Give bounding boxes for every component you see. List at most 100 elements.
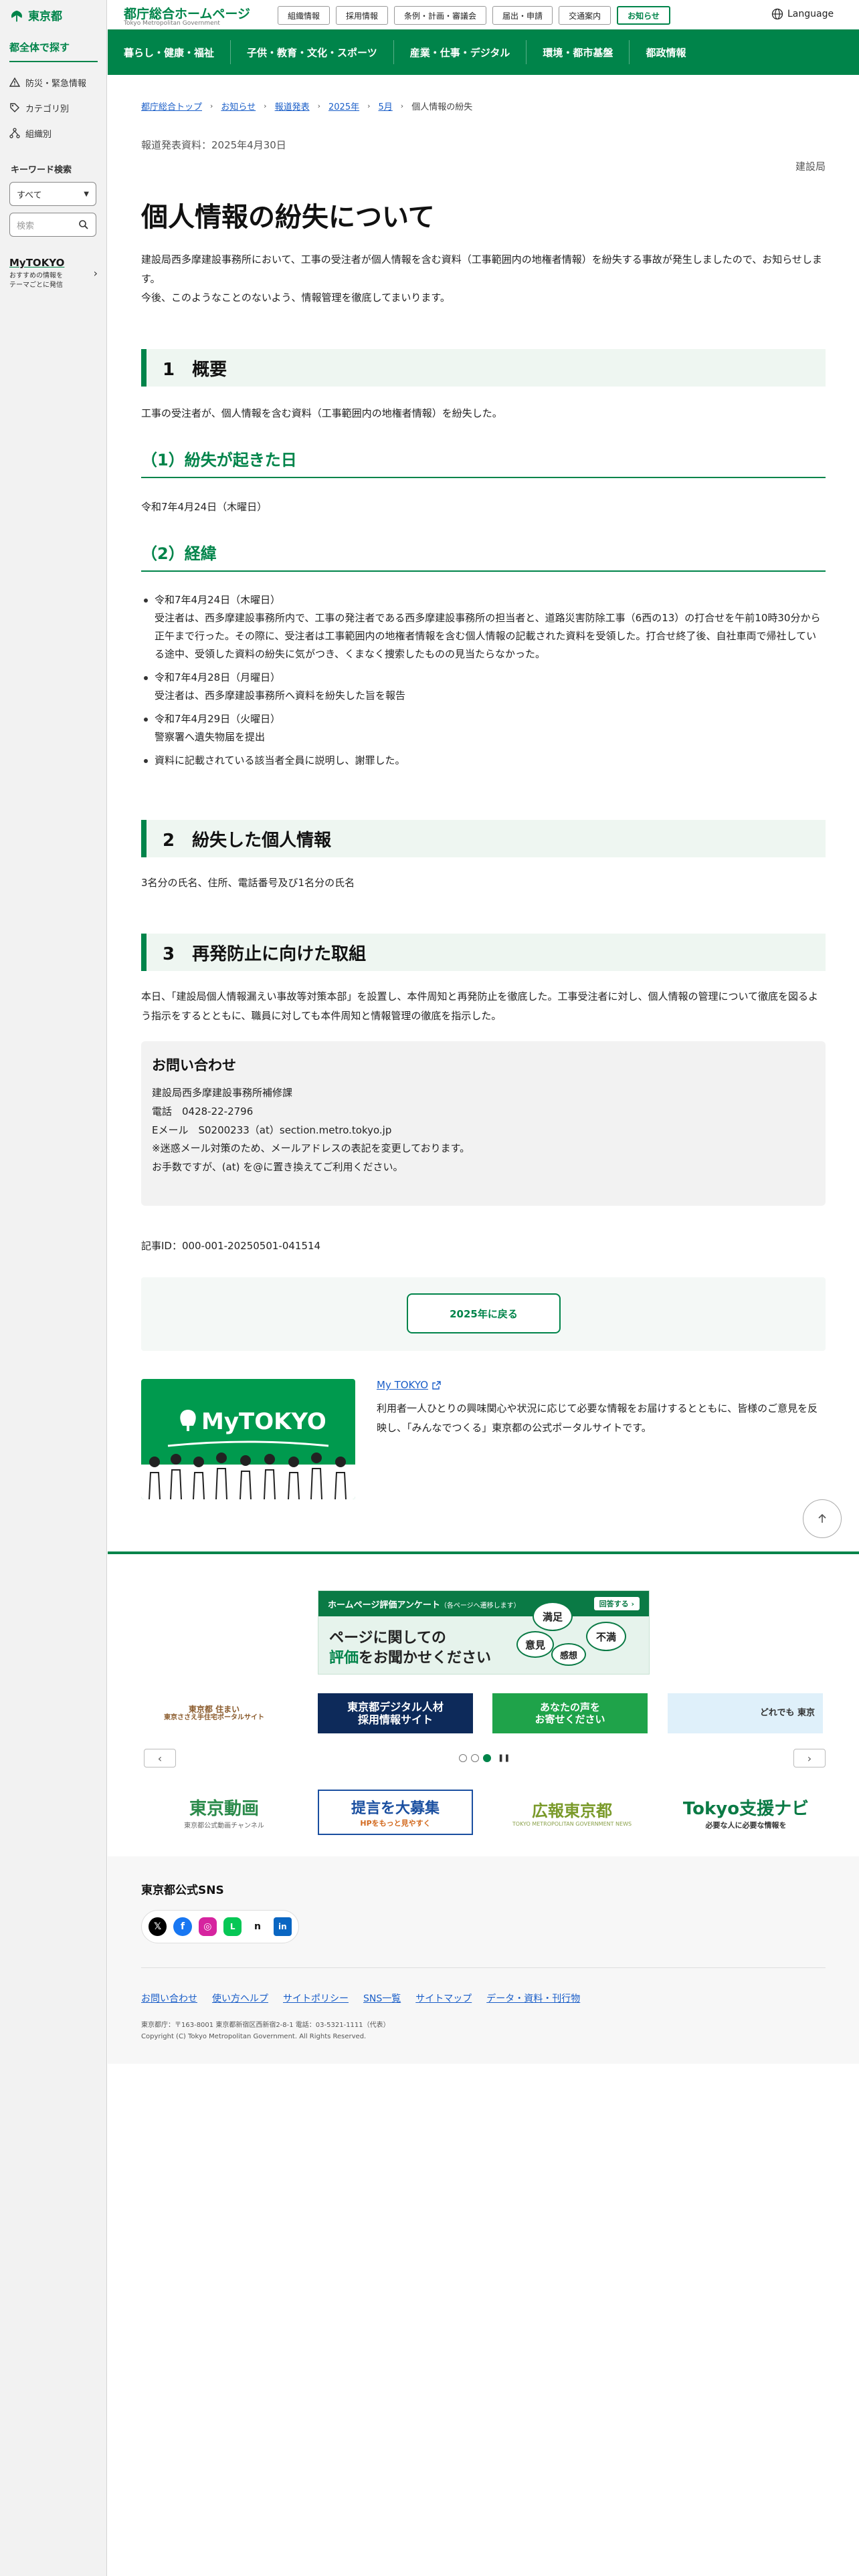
partner-banner-shien-navi[interactable]: Tokyo支援ナビ 必要な人に必要な情報を xyxy=(666,1790,826,1835)
publication-date: 報道発表資料：2025年4月30日 xyxy=(141,139,286,151)
copyright: Copyright (C) Tokyo Metropolitan Governm… xyxy=(141,2033,367,2040)
nav-item-living[interactable]: 暮らし・健康・福祉 xyxy=(108,40,231,64)
header-link-applications[interactable]: 届出・申請 xyxy=(492,6,553,25)
lead-paragraph: 今後、このようなことのないよう、情報管理を徹底してまいります。 xyxy=(141,292,450,304)
sidebar-item-organization[interactable]: 組織別 xyxy=(9,120,98,146)
banner-carousel: 東京都 住まい 東京ささえ手住宅ポータルサイト 東京都デジタル人材 採用情報サイ… xyxy=(137,1693,833,1733)
back-to-top-button[interactable] xyxy=(803,1499,842,1538)
mytokyo-sidebar-link[interactable]: MyTOKYO おすすめの情報を テーマごとに発信 › xyxy=(9,257,98,290)
language-button[interactable]: Language xyxy=(771,8,834,20)
search-placeholder: 検索 xyxy=(17,221,35,231)
timeline-date: 令和7年4月24日（木曜日） xyxy=(155,594,281,606)
partner-banner-video[interactable]: 東京動画 東京都公式動画チャンネル xyxy=(157,1790,291,1835)
site-name[interactable]: 都庁総合ホームページ xyxy=(124,4,250,22)
section-heading-overview: 1 概要 xyxy=(141,349,826,387)
nav-item-industry[interactable]: 産業・仕事・デジタル xyxy=(394,40,527,64)
mytokyo-link[interactable]: My TOKYO xyxy=(377,1379,441,1391)
partner-subtitle: HPをもっと見やすく xyxy=(360,1819,431,1828)
carousel-next-button[interactable]: › xyxy=(793,1749,826,1767)
tag-icon xyxy=(10,103,19,112)
footer-address-block: 東京都庁：〒163-8001 東京都新宿区西新宿2-8-1 電話：03-5321… xyxy=(141,2020,390,2042)
footer-link-sitemap[interactable]: サイトマップ xyxy=(415,1992,472,2005)
header-link-ordinances[interactable]: 条例・計画・審議会 xyxy=(394,6,487,25)
footer-link-policy[interactable]: サイトポリシー xyxy=(283,1992,349,2005)
nav-item-government[interactable]: 都政情報 xyxy=(630,40,702,64)
loss-date-text: 令和7年4月24日（木曜日） xyxy=(141,501,268,513)
survey-main-text: ページに関しての 評価をお聞かせください xyxy=(329,1628,491,1668)
sidebar-item-category[interactable]: カテゴリ別 xyxy=(9,95,98,120)
global-nav: 暮らし・健康・福祉 子供・教育・文化・スポーツ 産業・仕事・デジタル 環境・都市… xyxy=(108,29,859,75)
nav-item-children[interactable]: 子供・教育・文化・スポーツ xyxy=(231,40,394,64)
instagram-icon[interactable]: ◎ xyxy=(198,1917,217,1936)
partner-subtitle: 必要な人に必要な情報を xyxy=(705,1820,787,1830)
note-icon[interactable]: n xyxy=(248,1917,267,1936)
carousel-prev-button[interactable]: ‹ xyxy=(144,1749,176,1767)
carousel-dot[interactable] xyxy=(471,1753,479,1762)
slide-subtitle: 採用情報サイト xyxy=(357,1713,433,1726)
chevron-right-icon: › xyxy=(807,1751,812,1765)
header-link-access[interactable]: 交通案内 xyxy=(559,6,611,25)
contact-heading: お問い合わせ xyxy=(152,1057,236,1073)
survey-banner[interactable]: ホームページ評価アンケート（各ページへ遷移します） 回答する › ページに関して… xyxy=(318,1590,650,1675)
chevron-down-icon: ▼ xyxy=(84,190,89,198)
search-scope-select[interactable]: すべて ▼ xyxy=(9,182,96,206)
footer-link-sns[interactable]: SNS一覧 xyxy=(363,1992,401,2005)
footer-link-help[interactable]: 使い方ヘルプ xyxy=(212,1992,268,2005)
chevron-left-icon: ‹ xyxy=(157,1751,163,1765)
sidebar-item-label: 組織別 xyxy=(25,129,52,140)
linkedin-icon[interactable]: in xyxy=(273,1917,292,1936)
chevron-right-icon: › xyxy=(367,102,371,110)
globe-icon xyxy=(771,8,783,20)
contact-box: お問い合わせ 建設局西多摩建設事務所補修課 電話 0428-22-2796 Eメ… xyxy=(141,1041,826,1206)
slide-title: 東京都デジタル人材 xyxy=(347,1700,444,1713)
partner-banners: 東京動画 東京都公式動画チャンネル 提言を大募集 HPをもっと見やすく 広報東京… xyxy=(144,1790,826,1835)
partner-banner-proposal[interactable]: 提言を大募集 HPをもっと見やすく xyxy=(318,1790,473,1835)
breadcrumb-link-month[interactable]: 5月 xyxy=(379,100,393,112)
back-to-year-button[interactable]: 2025年に戻る xyxy=(407,1293,561,1333)
footer-address: 東京都庁：〒163-8001 東京都新宿区西新宿2-8-1 電話：03-5321… xyxy=(141,2022,390,2029)
facebook-icon[interactable]: f xyxy=(173,1917,192,1936)
carousel-dot[interactable] xyxy=(459,1753,467,1762)
carousel-slide-housing[interactable]: 東京都 住まい 東京ささえ手住宅ポータルサイト xyxy=(137,1693,291,1733)
header-link-organization[interactable]: 組織情報 xyxy=(278,6,330,25)
search-icon[interactable] xyxy=(78,219,89,230)
pause-icon[interactable]: ❚❚ xyxy=(498,1753,510,1762)
x-icon[interactable]: 𝕏 xyxy=(149,1917,167,1936)
list-item: 資料に記載されている該当者全員に説明し、謝罪した。 xyxy=(141,752,826,770)
footer-link-contact[interactable]: お問い合わせ xyxy=(141,1992,197,2005)
survey-bubble: 不満 xyxy=(586,1622,626,1651)
survey-line2-rest: をお聞かせください xyxy=(359,1649,492,1667)
breadcrumb-link-top[interactable]: 都庁総合トップ xyxy=(141,100,202,112)
carousel-slide-voice[interactable]: あなたの声を お寄せください xyxy=(492,1693,648,1733)
breadcrumb-link-year[interactable]: 2025年 xyxy=(328,100,359,112)
survey-bubble: 感想 xyxy=(551,1643,586,1666)
ginkgo-logo-icon xyxy=(11,10,22,22)
logo-text: 東京都 xyxy=(28,9,62,23)
timeline-detail: 受注者は、西多摩建設事務所へ資料を紛失した旨を報告 xyxy=(155,689,406,702)
header-link-news[interactable]: お知らせ xyxy=(617,6,670,25)
sidebar-item-disaster[interactable]: 防災・緊急情報 xyxy=(9,70,98,95)
timeline-date: 令和7年4月29日（火曜日） xyxy=(155,713,281,725)
carousel-slide-digital[interactable]: 東京都デジタル人材 採用情報サイト xyxy=(318,1693,473,1733)
page-title: 個人情報の紛失について xyxy=(141,202,435,233)
breadcrumb-link-news[interactable]: お知らせ xyxy=(221,100,256,112)
site-logo[interactable]: 東京都 xyxy=(9,9,62,24)
keyword-search-title: キーワード検索 xyxy=(11,165,72,175)
chevron-right-icon: › xyxy=(93,267,98,280)
people-illustration xyxy=(141,1410,355,1499)
breadcrumb-link-press[interactable]: 報道発表 xyxy=(275,100,310,112)
sidebar-title: 都全体で探す xyxy=(9,40,98,62)
line-icon[interactable]: L xyxy=(223,1917,242,1936)
carousel-dot[interactable] xyxy=(483,1753,491,1762)
mytokyo-logo: MyTOKYO xyxy=(9,257,65,269)
header-link-recruitment[interactable]: 採用情報 xyxy=(336,6,389,25)
survey-banner-body: ページに関しての 評価をお聞かせください 満足 意見 感想 不満 xyxy=(318,1602,649,1675)
mytokyo-banner[interactable]: MyTOKYO xyxy=(141,1379,355,1499)
footer-divider xyxy=(108,1551,859,1554)
partner-banner-koho[interactable]: 広報東京都 TOKYO METROPOLITAN GOVERNMENT NEWS xyxy=(498,1790,646,1835)
search-input[interactable]: 検索 xyxy=(9,213,96,237)
nav-item-environment[interactable]: 環境・都市基盤 xyxy=(527,40,630,64)
footer-link-data[interactable]: データ・資料・刊行物 xyxy=(486,1992,580,2005)
carousel-slide-tokyo[interactable]: どれでも 東京 xyxy=(668,1693,823,1733)
survey-answer-link[interactable]: 回答する › xyxy=(593,1597,640,1610)
